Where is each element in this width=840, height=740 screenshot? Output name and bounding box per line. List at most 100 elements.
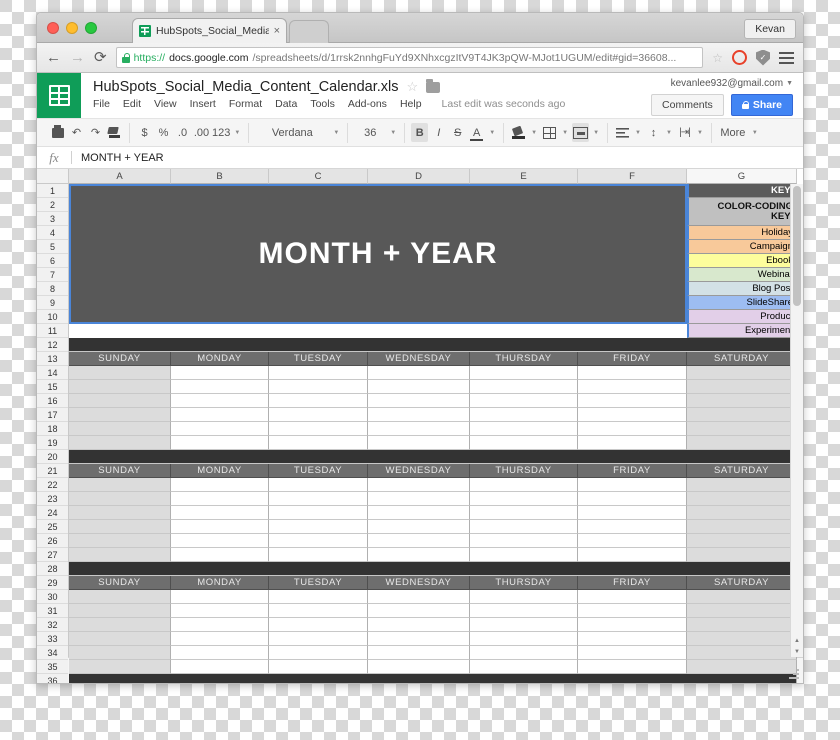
scrollbar-thumb[interactable]: [793, 186, 801, 306]
cell-G17[interactable]: [687, 422, 797, 436]
row-header-3[interactable]: 3: [37, 212, 68, 226]
row-header-6[interactable]: 6: [37, 254, 68, 268]
key-row-holiday[interactable]: Holiday: [687, 226, 797, 240]
cell-F29[interactable]: [578, 590, 687, 604]
cell-A18[interactable]: [69, 436, 171, 450]
cell-D21[interactable]: [368, 478, 470, 492]
chevron-down-icon[interactable]: ▼: [591, 130, 601, 136]
cell-C18[interactable]: [269, 436, 368, 450]
key-row-webinar[interactable]: Webinar: [687, 268, 797, 282]
row-header-34[interactable]: 34: [37, 646, 68, 660]
cell-G23[interactable]: [687, 506, 797, 520]
undo-icon[interactable]: ↶: [68, 123, 85, 142]
cell-B16[interactable]: [171, 408, 269, 422]
cell-B18[interactable]: [171, 436, 269, 450]
row-header-25[interactable]: 25: [37, 520, 68, 534]
cell-F32[interactable]: [578, 632, 687, 646]
profile-button[interactable]: Kevan: [744, 19, 796, 39]
cell-B31[interactable]: [171, 618, 269, 632]
cell-F17[interactable]: [578, 422, 687, 436]
row-header-8[interactable]: 8: [37, 282, 68, 296]
comments-button[interactable]: Comments: [651, 94, 724, 116]
cell-E22[interactable]: [470, 492, 578, 506]
row-header-28[interactable]: 28: [37, 562, 68, 576]
cell-B24[interactable]: [171, 520, 269, 534]
function-icon[interactable]: fx: [37, 150, 71, 166]
menu-format[interactable]: Format: [229, 98, 262, 110]
day-header-thursday[interactable]: THURSDAY: [470, 576, 578, 590]
cell-G34[interactable]: [687, 660, 797, 674]
cell-F22[interactable]: [578, 492, 687, 506]
browser-menu-icon[interactable]: [779, 51, 794, 64]
fill-color-icon[interactable]: [510, 123, 527, 142]
row-header-12[interactable]: 12: [37, 338, 68, 352]
cell-A25[interactable]: [69, 534, 171, 548]
row-header-2[interactable]: 2: [37, 198, 68, 212]
row-header-4[interactable]: 4: [37, 226, 68, 240]
row-header-32[interactable]: 32: [37, 618, 68, 632]
day-header-tuesday[interactable]: TUESDAY: [269, 352, 368, 366]
cell-F26[interactable]: [578, 548, 687, 562]
opera-extension-icon[interactable]: [732, 50, 747, 65]
menu-help[interactable]: Help: [400, 98, 422, 110]
cell-C32[interactable]: [269, 632, 368, 646]
row-header-17[interactable]: 17: [37, 408, 68, 422]
day-header-sunday[interactable]: SUNDAY: [69, 352, 171, 366]
column-header-b[interactable]: B: [171, 169, 269, 184]
row-header-27[interactable]: 27: [37, 548, 68, 562]
chevron-down-icon[interactable]: ▼: [529, 130, 539, 136]
cell-C21[interactable]: [269, 478, 368, 492]
cell-D26[interactable]: [368, 548, 470, 562]
decrease-decimal-icon[interactable]: .0: [174, 123, 191, 142]
more-options-button[interactable]: More: [718, 123, 748, 142]
shield-extension-icon[interactable]: [756, 49, 770, 66]
cell-E24[interactable]: [470, 520, 578, 534]
cell-D30[interactable]: [368, 604, 470, 618]
share-button[interactable]: Share: [730, 94, 793, 116]
menu-view[interactable]: View: [154, 98, 177, 110]
cell-C24[interactable]: [269, 520, 368, 534]
cell-B13[interactable]: [171, 366, 269, 380]
chevron-down-icon[interactable]: ▼: [388, 130, 398, 136]
cell-A24[interactable]: [69, 520, 171, 534]
row-header-24[interactable]: 24: [37, 506, 68, 520]
key-row-slideshare[interactable]: SlideShare: [687, 296, 797, 310]
key-row-key[interactable]: KEY:: [687, 184, 797, 198]
day-header-friday[interactable]: FRIDAY: [578, 352, 687, 366]
row-header-26[interactable]: 26: [37, 534, 68, 548]
browser-tab-active[interactable]: HubSpots_Social_Media_C ×: [132, 18, 287, 43]
cell-A13[interactable]: [69, 366, 171, 380]
cell-E33[interactable]: [470, 646, 578, 660]
key-row-blog-post[interactable]: Blog Post: [687, 282, 797, 296]
chevron-down-icon[interactable]: ▼: [560, 130, 570, 136]
minimize-window-button[interactable]: [66, 22, 78, 34]
menu-data[interactable]: Data: [275, 98, 297, 110]
cell-E15[interactable]: [470, 394, 578, 408]
chevron-down-icon[interactable]: ▼: [331, 130, 341, 136]
cell-G14[interactable]: [687, 380, 797, 394]
cell-E13[interactable]: [470, 366, 578, 380]
cell-A34[interactable]: [69, 660, 171, 674]
cell-F13[interactable]: [578, 366, 687, 380]
column-header-e[interactable]: E: [470, 169, 578, 184]
cell-A32[interactable]: [69, 632, 171, 646]
select-all-corner[interactable]: [37, 169, 69, 184]
cell-C15[interactable]: [269, 394, 368, 408]
cell-B32[interactable]: [171, 632, 269, 646]
cell-B26[interactable]: [171, 548, 269, 562]
merge-cells-icon[interactable]: [572, 123, 590, 142]
cell-B29[interactable]: [171, 590, 269, 604]
row-header-9[interactable]: 9: [37, 296, 68, 310]
cell-C30[interactable]: [269, 604, 368, 618]
cell-F30[interactable]: [578, 604, 687, 618]
strikethrough-icon[interactable]: S: [449, 123, 466, 142]
percent-icon[interactable]: %: [155, 123, 172, 142]
cell-D15[interactable]: [368, 394, 470, 408]
cell-G30[interactable]: [687, 604, 797, 618]
key-row-campaign[interactable]: Campaign: [687, 240, 797, 254]
cell-F25[interactable]: [578, 534, 687, 548]
cell-C13[interactable]: [269, 366, 368, 380]
bold-icon[interactable]: B: [411, 123, 429, 142]
cell-G31[interactable]: [687, 618, 797, 632]
chevron-down-icon[interactable]: ▼: [487, 130, 497, 136]
